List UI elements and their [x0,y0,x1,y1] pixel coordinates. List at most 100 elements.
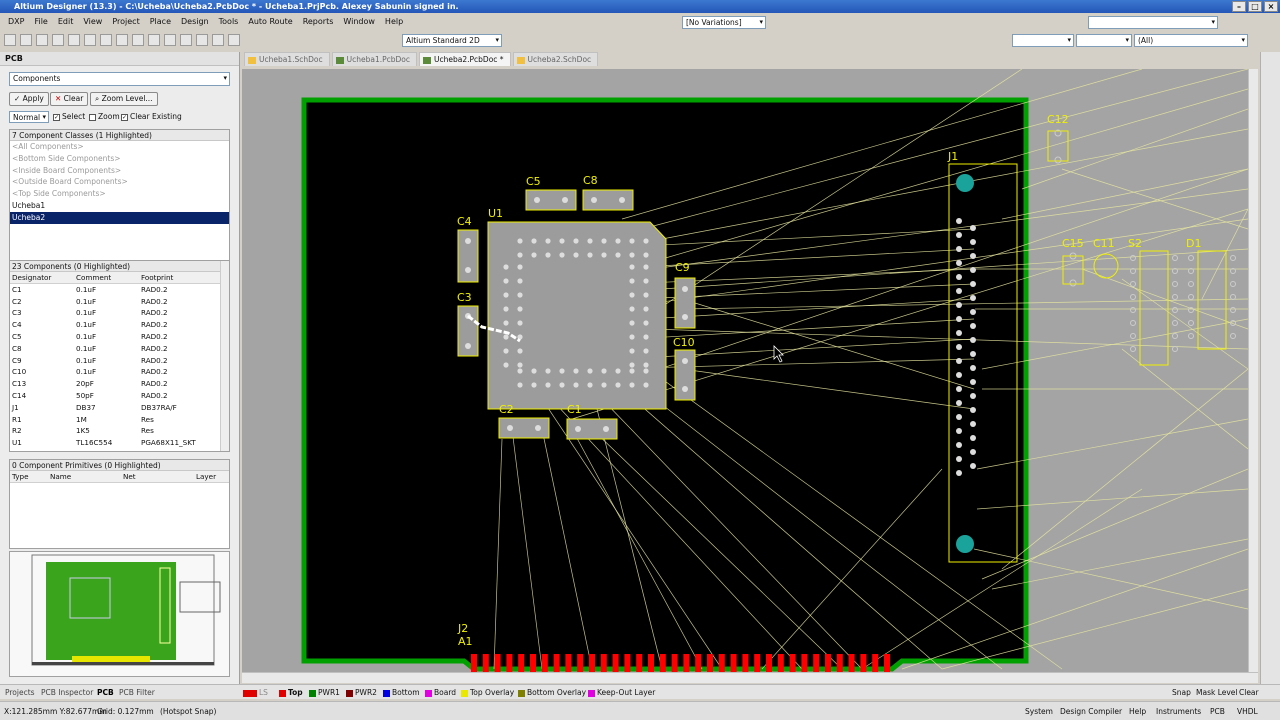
board-minimap[interactable] [9,551,230,677]
layer-bottom[interactable]: Bottom [383,687,420,698]
menu-help[interactable]: Help [381,14,407,30]
col-designator[interactable]: Designator [10,272,74,283]
redo-icon[interactable] [212,34,224,46]
c4-footprint[interactable] [457,229,479,283]
table-row[interactable]: C4 0.1uF RAD0.2 [10,319,229,331]
layer-top-overlay[interactable]: Top Overlay [461,687,514,698]
tab-ucheba1-pcb[interactable]: Ucheba1.PcbDoc [331,52,418,66]
menu-tools[interactable]: Tools [215,14,243,30]
zoom-checkbox[interactable]: Zoom [89,112,120,121]
mask-mode-select[interactable]: Normal [9,111,49,123]
copy-icon[interactable] [132,34,144,46]
class-item[interactable]: <Bottom Side Components> [10,153,229,165]
c10-footprint[interactable] [674,349,696,401]
status-vhdl[interactable]: VHDL [1237,706,1258,717]
pencil-icon[interactable] [228,34,240,46]
new-doc-icon[interactable] [4,34,16,46]
layer-pwr1[interactable]: PWR1 [309,687,340,698]
col-footprint[interactable]: Footprint [139,272,217,283]
table-row[interactable]: R2 1K5 Res [10,425,229,437]
class-item[interactable]: Ucheba1 [10,200,229,212]
status-instruments[interactable]: Instruments [1156,706,1201,717]
table-row[interactable]: C14 50pF RAD0.2 [10,390,229,402]
tab-ucheba2-sch[interactable]: Ucheba2.SchDoc [512,52,599,66]
col-comment[interactable]: Comment [74,272,139,283]
select-checkbox[interactable]: ✓ Select [53,112,85,121]
c5-footprint[interactable] [525,189,577,211]
panel-tab-filter[interactable]: PCB Filter [119,687,155,698]
open-icon[interactable] [20,34,32,46]
panel-tab-inspector[interactable]: PCB Inspector [41,687,93,698]
clear-mask-button[interactable]: Clear [1239,687,1259,698]
status-pcb[interactable]: PCB [1210,706,1225,717]
col-name[interactable]: Name [48,471,121,482]
panel-tab-projects[interactable]: Projects [5,687,35,698]
tab-ucheba1-sch[interactable]: Ucheba1.SchDoc [244,52,330,66]
class-item[interactable]: <Inside Board Components> [10,165,229,177]
save-icon[interactable] [36,34,48,46]
filter-select-1[interactable] [1012,34,1074,47]
print-icon[interactable] [52,34,64,46]
menu-edit[interactable]: Edit [54,14,78,30]
cut-icon[interactable] [116,34,128,46]
c2-footprint[interactable] [498,417,550,439]
class-item[interactable]: <Top Side Components> [10,188,229,200]
menu-auto-route[interactable]: Auto Route [244,14,296,30]
grid-scrollbar[interactable] [220,261,229,451]
variations-select[interactable]: [No Variations] [682,16,766,29]
table-row[interactable]: R1 1M Res [10,414,229,426]
apply-button[interactable]: ✓ Apply [9,92,49,106]
c1-footprint[interactable] [566,418,618,440]
move-icon[interactable] [180,34,192,46]
maximize-icon[interactable]: □ [1248,1,1262,12]
pcb-canvas[interactable]: U1 C4 C3 C5 C8 C9 C10 C2 C1 J1 J2 A1 C12… [242,69,1248,672]
status-system[interactable]: System [1025,706,1053,717]
view-mode-select[interactable]: Altium Standard 2D [402,34,502,47]
menu-dxp[interactable]: DXP [4,14,28,30]
canvas-horizontal-scrollbar[interactable] [242,672,1258,683]
s2-outline[interactable] [1139,250,1169,366]
mask-level-button[interactable]: Mask Level [1196,687,1238,698]
canvas-vertical-scrollbar[interactable] [1248,69,1258,672]
layer-board[interactable]: Board [425,687,456,698]
table-row[interactable]: C5 0.1uF RAD0.2 [10,331,229,343]
c3-footprint[interactable] [457,305,479,357]
zoom-area-icon[interactable] [84,34,96,46]
clear-existing-checkbox[interactable]: ✓ Clear Existing [121,112,182,121]
status-design-compiler[interactable]: Design Compiler [1060,706,1122,717]
menu-window[interactable]: Window [339,14,379,30]
class-item[interactable]: <All Components> [10,141,229,153]
libraries-side-strip[interactable] [1260,52,1280,684]
undo-icon[interactable] [196,34,208,46]
menu-project[interactable]: Project [108,14,143,30]
col-net[interactable]: Net [121,471,194,482]
col-layer[interactable]: Layer [194,471,224,482]
table-row[interactable]: C8 0.1uF RAD0.2 [10,343,229,355]
layer-pwr2[interactable]: PWR2 [346,687,377,698]
c8-footprint[interactable] [582,189,634,211]
table-row[interactable]: C13 20pF RAD0.2 [10,378,229,390]
c11-outline[interactable] [1093,253,1119,279]
status-help[interactable]: Help [1129,706,1146,717]
u1-footprint[interactable] [487,221,667,410]
filter-select-2[interactable] [1076,34,1132,47]
zoom-selected-icon[interactable] [100,34,112,46]
menu-file[interactable]: File [30,14,51,30]
select-icon[interactable] [164,34,176,46]
tab-ucheba2-pcb[interactable]: Ucheba2.PcbDoc * [419,52,511,66]
table-row[interactable]: C9 0.1uF RAD0.2 [10,355,229,367]
close-icon[interactable]: × [1264,1,1278,12]
mode-select[interactable]: Components [9,72,230,86]
class-item[interactable]: <Outside Board Components> [10,176,229,188]
table-row[interactable]: U1 TL16C554 PGA68X11_SKT [10,437,229,449]
snap-toggle[interactable]: Snap [1172,687,1191,698]
table-row[interactable]: C2 0.1uF RAD0.2 [10,296,229,308]
layer-bottom-overlay[interactable]: Bottom Overlay [518,687,586,698]
table-row[interactable]: C10 0.1uF RAD0.2 [10,366,229,378]
zoom-level-button[interactable]: ⌕ Zoom Level... [90,92,158,106]
layer-keepout[interactable]: Keep-Out Layer [588,687,655,698]
menu-view[interactable]: View [79,14,106,30]
col-type[interactable]: Type [10,471,48,482]
panel-tab-pcb[interactable]: PCB [97,687,114,698]
zoom-fit-icon[interactable] [68,34,80,46]
